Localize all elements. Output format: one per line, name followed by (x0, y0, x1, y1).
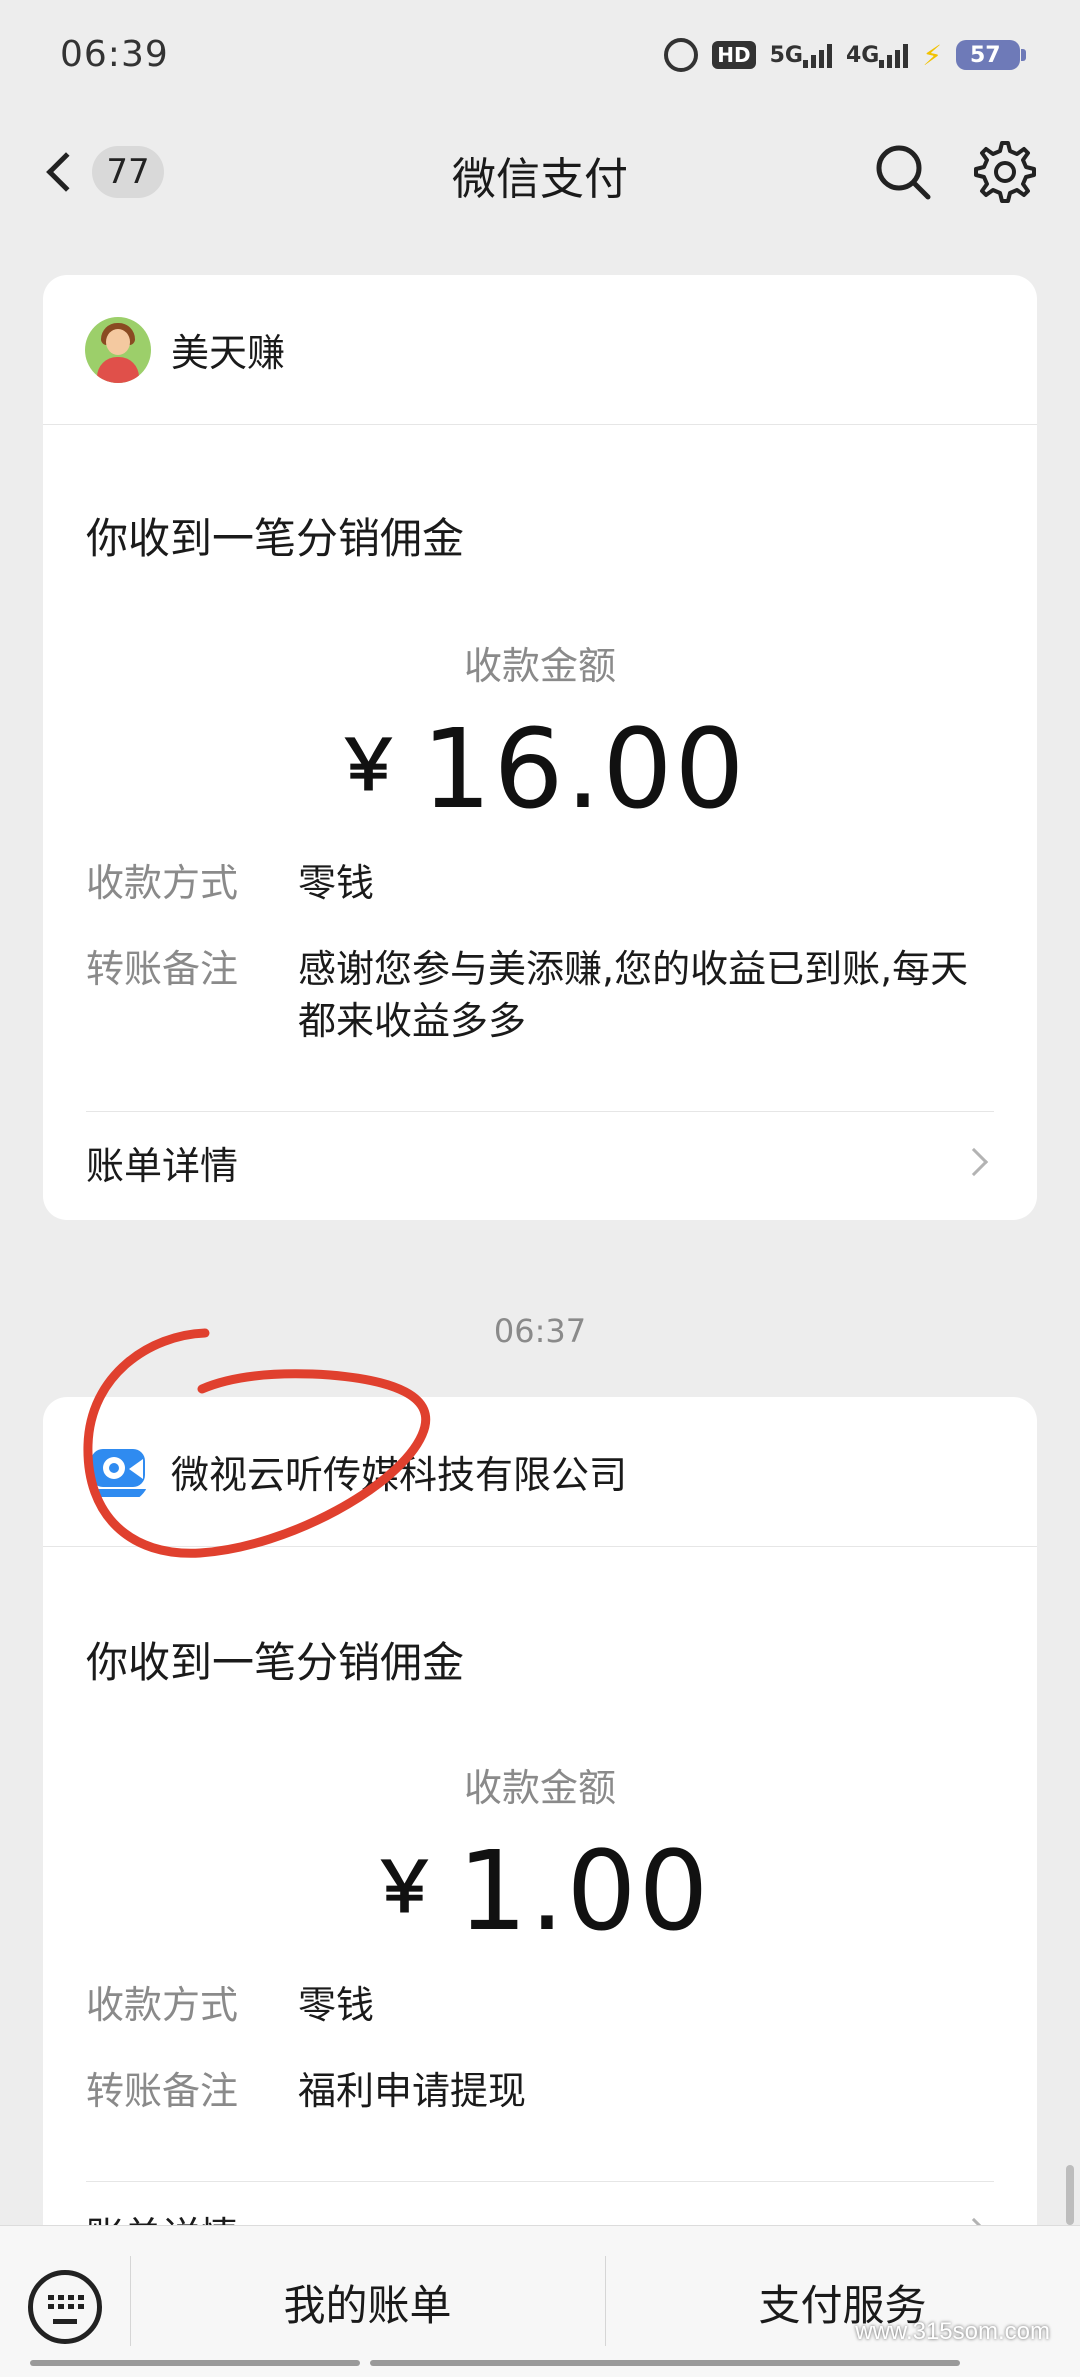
charging-icon: ⚡ (922, 38, 942, 72)
row-label: 收款方式 (86, 861, 239, 905)
row-label: 转账备注 (86, 2069, 239, 2113)
keyboard-icon[interactable] (28, 2270, 102, 2344)
nav-bar: 77 微信支付 (0, 115, 1080, 230)
card-title: 你收到一笔分销佣金 (86, 514, 465, 563)
network-4g-label: 4G (845, 42, 880, 68)
amount-value: ￥ 1.00 (43, 1827, 1037, 1955)
status-bar: 06:39 HD 5G 4G ⚡ 57 (0, 0, 1080, 115)
message-timestamp: 06:37 (493, 1312, 587, 1350)
signal-4g-icon: 4G (845, 42, 909, 68)
transfer-note-row: 转账备注 感谢您参与美添赚,您的收益已到账,每天都来收益多多 (86, 943, 994, 1047)
card-header: 微视云听传媒科技有限公司 (43, 1397, 1037, 1547)
chevron-right-icon (959, 1147, 989, 1177)
watermark: www.315som.com (855, 2318, 1050, 2345)
row-value: 零钱 (298, 1983, 375, 2027)
bill-details-link[interactable]: 账单详情 (86, 1112, 994, 1212)
payment-card[interactable]: 微视云听传媒科技有限公司 你收到一笔分销佣金 收款金额 ￥ 1.00 收款方式 零… (43, 1397, 1037, 2297)
amount-label: 收款金额 (463, 1766, 616, 1810)
amount-number: 1.00 (457, 1827, 711, 1955)
bottom-bar: 我的账单 支付服务 (0, 2225, 1080, 2377)
merchant-logo (85, 1438, 151, 1505)
home-indicator (370, 2360, 960, 2366)
transfer-note-row: 转账备注 福利申请提现 (86, 2065, 994, 2117)
card-title: 你收到一笔分销佣金 (86, 1638, 465, 1687)
row-label: 收款方式 (86, 1983, 239, 2027)
payment-card[interactable]: 美天赚 你收到一笔分销佣金 收款金额 ￥ 16.00 收款方式 零钱 转账备注 感… (43, 275, 1037, 1220)
network-5g-label: 5G (769, 42, 803, 68)
tab-my-bills[interactable]: 我的账单 (130, 2226, 605, 2377)
amount-value: ￥ 16.00 (43, 705, 1037, 833)
search-icon[interactable] (868, 137, 938, 207)
payment-method-row: 收款方式 零钱 (86, 857, 994, 909)
row-value: 零钱 (298, 861, 375, 905)
alarm-icon (664, 38, 699, 72)
currency-symbol: ￥ (333, 724, 406, 806)
row-value: 感谢您参与美添赚,您的收益已到账,每天都来收益多多 (298, 947, 969, 1043)
gear-icon[interactable] (970, 137, 1040, 207)
payment-method-row: 收款方式 零钱 (86, 1979, 994, 2031)
merchant-name: 微视云听传媒科技有限公司 (171, 1453, 628, 1497)
status-icons: HD 5G 4G ⚡ 57 (664, 38, 1026, 72)
bill-details-label: 账单详情 (86, 1143, 239, 1188)
amount-label: 收款金额 (463, 644, 616, 688)
home-indicator (30, 2360, 360, 2366)
merchant-avatar (85, 316, 151, 383)
row-label: 转账备注 (86, 947, 239, 991)
scroll-indicator (1066, 2165, 1074, 2225)
row-value: 福利申请提现 (298, 2069, 527, 2113)
amount-number: 16.00 (421, 705, 747, 833)
hd-voice-icon: HD (712, 41, 756, 69)
status-time: 06:39 (60, 34, 169, 75)
currency-symbol: ￥ (369, 1846, 442, 1928)
merchant-name: 美天赚 (171, 331, 286, 375)
battery-icon: 57 (956, 40, 1026, 70)
card-header: 美天赚 (43, 275, 1037, 425)
tab-payment-services[interactable]: 支付服务 (605, 2226, 1080, 2377)
signal-5g-icon: 5G (770, 42, 832, 68)
